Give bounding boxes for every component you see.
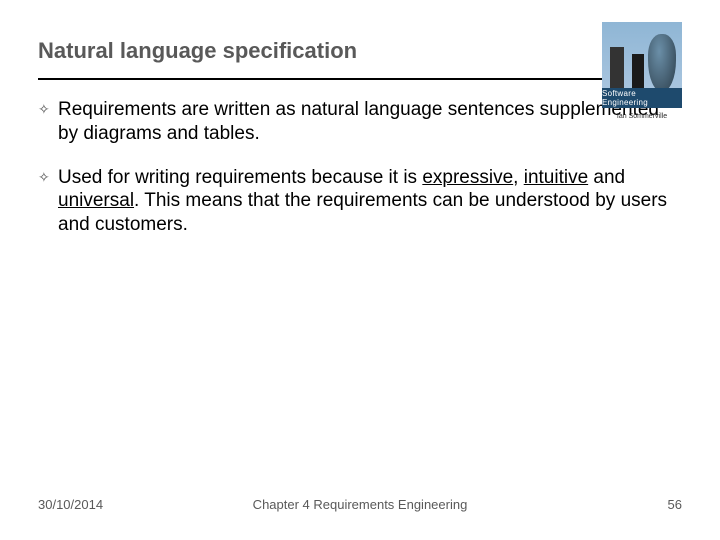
diamond-icon: ✧ bbox=[38, 166, 58, 237]
footer-chapter: Chapter 4 Requirements Engineering bbox=[253, 497, 468, 512]
book-cover-logo: Software Engineering Ian Sommerville bbox=[602, 22, 682, 122]
logo-label: Software Engineering bbox=[602, 88, 682, 108]
footer-page: 56 bbox=[668, 497, 682, 512]
footer: 30/10/2014 Chapter 4 Requirements Engine… bbox=[0, 497, 720, 512]
logo-sub: Ian Sommerville bbox=[602, 113, 682, 120]
bullet-item: ✧ Used for writing requirements because … bbox=[38, 166, 682, 237]
bullet-text: , bbox=[513, 167, 524, 188]
bullet-underline: intuitive bbox=[524, 167, 588, 188]
bullet-text: Used for writing requirements because it… bbox=[58, 167, 422, 188]
bullet-underline: expressive bbox=[422, 167, 513, 188]
bullet-item: ✧ Requirements are written as natural la… bbox=[38, 98, 682, 146]
bullet-text: . This means that the requirements can b… bbox=[58, 190, 667, 235]
bullet-text: Requirements are written as natural lang… bbox=[58, 99, 659, 144]
diamond-icon: ✧ bbox=[38, 98, 58, 146]
footer-date: 30/10/2014 bbox=[38, 497, 103, 512]
bullet-text: and bbox=[588, 167, 625, 188]
slide-title: Natural language specification bbox=[38, 38, 682, 64]
bullet-underline: universal bbox=[58, 190, 134, 211]
